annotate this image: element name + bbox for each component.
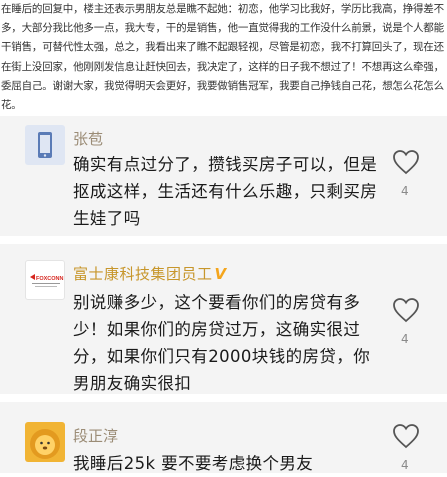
username[interactable]: 段正淳 xyxy=(73,425,118,446)
heart-icon[interactable] xyxy=(392,297,420,323)
comment-text: 别说赚多少，这个要看你们的房贷有多少！如果你们的房贷过万，这确实很过分，如果你们… xyxy=(73,293,371,393)
like-count: 4 xyxy=(401,184,409,198)
post-text: 在睡后的回复中，楼主还表示男朋友总是瞧不起她：初恋，他学习比我好，学历比我高，挣… xyxy=(1,3,444,112)
comment-item: 段正淳 我睡后25k 要不要考虑换个男友 4 xyxy=(0,402,447,473)
like-count: 4 xyxy=(401,458,409,472)
like-count: 4 xyxy=(401,332,409,346)
divider xyxy=(0,394,447,402)
comment-text: 确实有点过分了，攒钱买房子可以，但是抠成这样，生活还有什么乐趣，只剩买房生娃了吗 xyxy=(73,155,378,228)
heart-icon[interactable] xyxy=(392,149,420,175)
vip-badge: V xyxy=(214,265,227,283)
comment-item: FOXCONN 富士康科技集团员工 V 别说赚多少，这个要看你们的房贷有多少！如果… xyxy=(0,244,447,394)
foxconn-logo-icon: FOXCONN xyxy=(30,274,64,287)
comment-item: 张苞 确实有点过分了，攒钱买房子可以，但是抠成这样，生活还有什么乐趣，只剩买房生… xyxy=(0,116,447,236)
avatar[interactable] xyxy=(25,125,65,165)
username-text: 富士康科技集团员工 xyxy=(73,265,213,283)
username[interactable]: 张苞 xyxy=(73,128,103,149)
avatar[interactable]: FOXCONN xyxy=(25,260,65,300)
lion-icon xyxy=(30,429,60,459)
foxconn-logo-text: FOXCONN xyxy=(36,276,64,282)
username[interactable]: 富士康科技集团员工 V xyxy=(73,263,227,284)
phone-icon xyxy=(38,132,52,158)
divider xyxy=(0,236,447,244)
heart-icon[interactable] xyxy=(392,423,420,449)
avatar[interactable] xyxy=(25,422,65,462)
